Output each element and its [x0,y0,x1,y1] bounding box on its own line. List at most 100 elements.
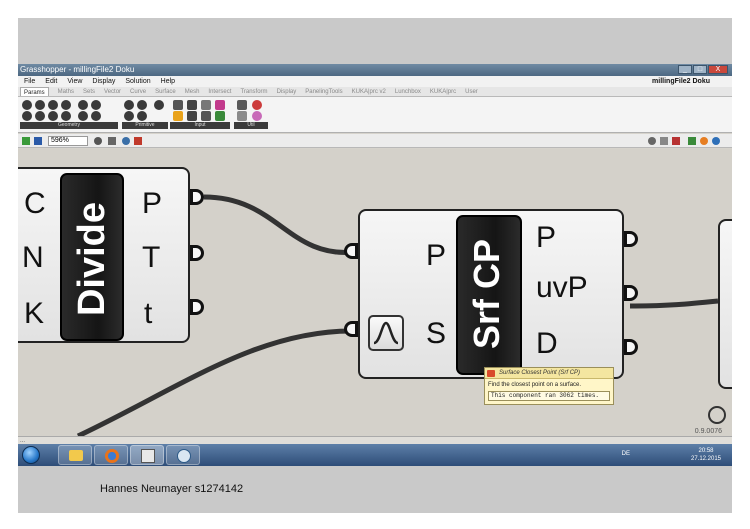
param-icon[interactable] [48,100,58,110]
taskbar-firefox[interactable] [94,445,128,465]
tab-sets[interactable]: Sets [83,87,95,96]
param-icon[interactable] [35,100,45,110]
graph-icon[interactable] [368,315,404,351]
button-icon[interactable] [187,111,197,121]
wire-uvp-out[interactable] [629,298,719,309]
screenshot: Grasshopper - millingFile2 Doku _ □ X Fi… [18,64,732,466]
toggle-icon[interactable] [201,100,211,110]
param-icon[interactable] [91,100,101,110]
param-icon[interactable] [124,100,134,110]
param-icon[interactable] [137,100,147,110]
brush-icon[interactable] [134,137,142,145]
zoom-field[interactable]: 596% [48,136,88,146]
input-c: C [24,187,46,220]
title-bar: Grasshopper - millingFile2 Doku _ □ X [18,64,732,76]
component-tooltip: Surface Closest Point (Srf CP) Find the … [484,367,614,405]
tab-vector[interactable]: Vector [104,87,121,96]
tooltip-description: Find the closest point on a surface. [488,382,582,388]
close-button[interactable]: X [708,65,728,74]
srf-cp-input-grip-s[interactable] [344,321,358,337]
graph-mapper-icon[interactable] [173,111,183,121]
tab-surface[interactable]: Surface [155,87,176,96]
tab-maths[interactable]: Maths [58,87,74,96]
colour-icon[interactable] [700,137,708,145]
divide-component[interactable]: C N K Divide P T t [18,167,190,343]
preview-off-icon[interactable] [648,137,656,145]
colour-wheel-icon[interactable] [215,111,225,121]
menu-display[interactable]: Display [92,76,115,87]
param-icon[interactable] [91,111,101,121]
start-button[interactable] [22,446,40,464]
version-label: 0.9.0076 [694,428,722,435]
tab-panelingtools[interactable]: PanelingTools [305,87,342,96]
menu-solution[interactable]: Solution [125,76,150,87]
param-icon[interactable] [154,100,164,110]
shaded-icon[interactable] [672,137,680,145]
open-icon[interactable] [22,137,30,145]
jump-icon[interactable] [237,100,247,110]
tab-transform[interactable]: Transform [240,87,267,96]
slider-icon[interactable] [173,100,183,110]
menu-help[interactable]: Help [161,76,175,87]
tab-curve[interactable]: Curve [130,87,146,96]
canvas-compass-icon[interactable] [708,406,726,424]
clock-time: 20:58 [698,448,714,454]
component-name: Divide [71,201,113,317]
grasshopper-canvas[interactable]: C N K Divide P T t P S Srf CP P uvP D Su… [18,149,732,436]
clock[interactable]: 20:58 27.12.2015 [686,447,726,463]
tab-params[interactable]: Params [20,87,49,96]
group-input[interactable]: Input [170,122,230,129]
panel-icon[interactable] [187,100,197,110]
swatch-icon[interactable] [215,100,225,110]
tab-user[interactable]: User [465,87,478,96]
param-icon[interactable] [78,111,88,121]
taskbar-rhino[interactable] [166,445,200,465]
maximize-button[interactable]: □ [693,65,707,74]
group-primitive[interactable]: Primitive [122,122,168,129]
mesh-settings-icon[interactable] [712,137,720,145]
menu-file[interactable]: File [24,76,35,87]
tab-intersect[interactable]: Intersect [208,87,231,96]
zoom-dropdown-icon[interactable] [94,137,102,145]
language-indicator[interactable]: DE [622,451,630,457]
tab-kukaprc[interactable]: KUKA|prc [430,87,456,96]
param-icon[interactable] [61,100,71,110]
tab-display[interactable]: Display [277,87,297,96]
srf-cp-core[interactable]: Srf CP [456,215,522,375]
srf-cp-component[interactable]: P S Srf CP P uvP D [358,209,624,379]
group-util[interactable]: Util [234,122,268,129]
hop-icon[interactable] [237,111,247,121]
zoom-extents-icon[interactable] [108,137,116,145]
param-icon[interactable] [78,100,88,110]
menu-edit[interactable]: Edit [45,76,57,87]
save-icon[interactable] [34,137,42,145]
taskbar-grasshopper[interactable] [130,445,164,465]
next-component[interactable] [718,219,732,389]
tab-kukaprc-v2[interactable]: KUKA|prc v2 [352,87,386,96]
cherry-icon[interactable] [252,100,262,110]
param-icon[interactable] [61,111,71,121]
tab-lunchbox[interactable]: Lunchbox [395,87,421,96]
menu-view[interactable]: View [67,76,82,87]
param-icon[interactable] [124,111,134,121]
taskbar-explorer[interactable] [58,445,92,465]
srf-cp-input-grip-p[interactable] [344,243,358,259]
selected-only-icon[interactable] [688,137,696,145]
minimize-button[interactable]: _ [678,65,692,74]
divide-core[interactable]: Divide [60,173,124,341]
param-icon[interactable] [48,111,58,121]
wire-divide-to-srfcp[interactable] [203,194,357,256]
param-icon[interactable] [22,111,32,121]
eye-icon[interactable] [122,137,130,145]
wire-surface-to-srfcp[interactable] [76,328,357,436]
fitness-icon[interactable] [252,111,262,121]
tooltip-timing: This component ran 3062 times. [488,391,610,401]
param-icon[interactable] [22,100,32,110]
clock-date: 27.12.2015 [690,456,722,462]
list-icon[interactable] [201,111,211,121]
wireframe-icon[interactable] [660,137,668,145]
param-icon[interactable] [35,111,45,121]
tab-mesh[interactable]: Mesh [185,87,200,96]
group-geometry[interactable]: Geometry [20,122,118,129]
param-icon[interactable] [137,111,147,121]
